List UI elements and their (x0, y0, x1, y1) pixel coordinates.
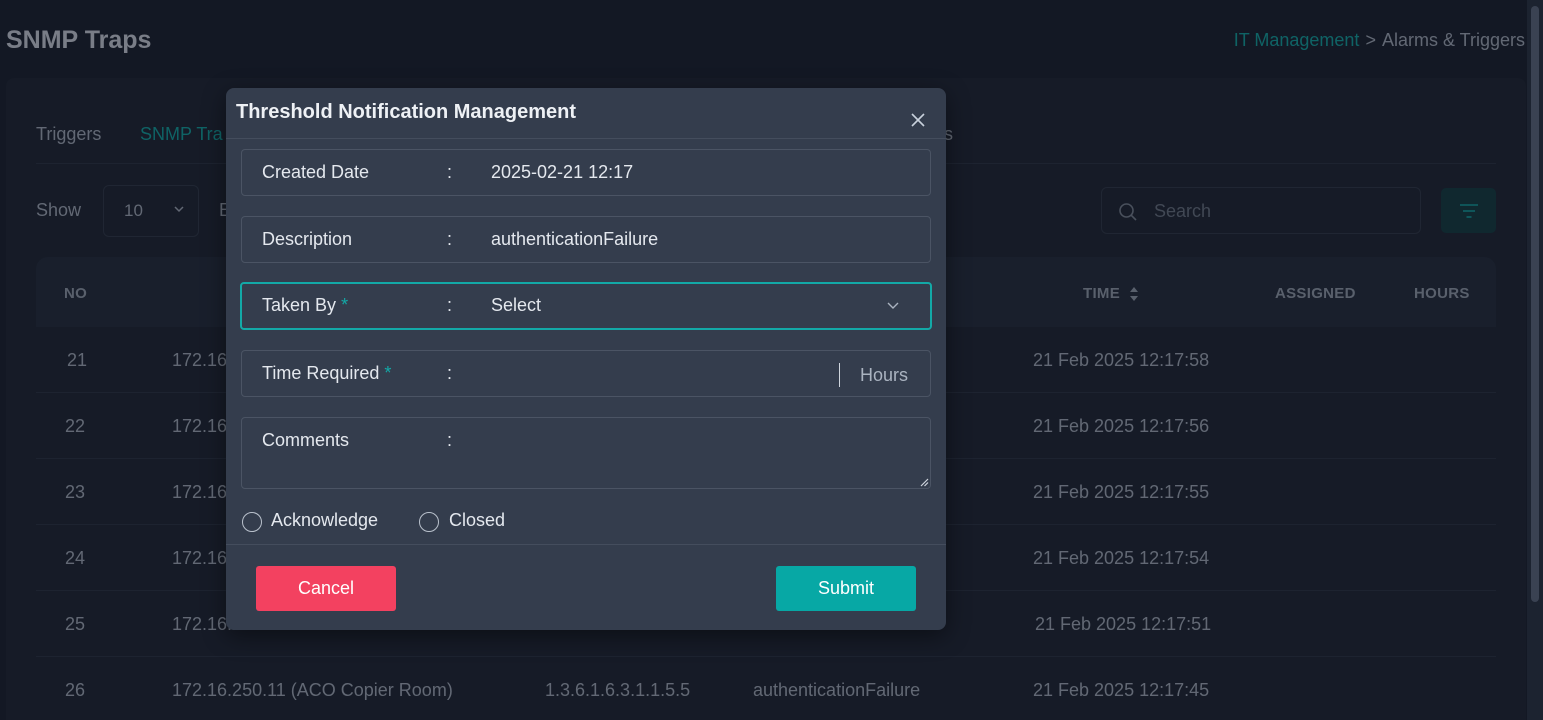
submit-button[interactable]: Submit (776, 566, 916, 611)
field-colon: : (447, 229, 453, 249)
acknowledge-radio[interactable] (242, 512, 262, 532)
scrollbar[interactable] (1527, 0, 1543, 720)
modal-footer: Cancel Submit (226, 544, 946, 630)
created-date-label: Created Date (262, 162, 370, 182)
description-label: Description (262, 229, 353, 249)
modal-title: Threshold Notification Management (236, 101, 577, 123)
taken-by-label: Taken By * (262, 295, 349, 315)
required-mark: * (341, 295, 349, 315)
field-colon: : (447, 162, 453, 182)
cancel-button[interactable]: Cancel (256, 566, 396, 611)
created-date-value: 2025-02-21 12:17 (491, 162, 634, 182)
description-value: authenticationFailure (491, 229, 659, 249)
scrollbar-thumb[interactable] (1531, 6, 1539, 602)
hours-unit: Hours (860, 365, 909, 385)
taken-by-value: Select (491, 295, 542, 315)
comments-field: Comments : (241, 417, 931, 489)
field-colon: : (447, 295, 453, 315)
resize-grip-icon[interactable] (919, 477, 929, 487)
modal-header: Threshold Notification Management (226, 88, 946, 139)
description-field: Description : authenticationFailure (241, 216, 931, 263)
time-required-label: Time Required * (262, 363, 392, 383)
closed-radio[interactable] (419, 512, 439, 532)
chevron-down-icon (887, 302, 899, 309)
required-mark: * (384, 363, 392, 383)
acknowledge-label[interactable]: Acknowledge (271, 510, 378, 531)
input-caret (839, 363, 840, 387)
field-colon: : (447, 430, 453, 450)
closed-label[interactable]: Closed (449, 510, 505, 531)
comments-label: Comments (262, 430, 350, 450)
time-required-field: Time Required * : Hours (241, 350, 931, 397)
threshold-notification-modal: Threshold Notification Management Create… (226, 88, 946, 630)
field-colon: : (447, 363, 453, 383)
taken-by-select[interactable]: Taken By * : Select (240, 282, 932, 330)
comments-textarea[interactable] (491, 430, 911, 478)
time-required-input[interactable] (491, 363, 821, 387)
created-date-field: Created Date : 2025-02-21 12:17 (241, 149, 931, 196)
close-icon[interactable] (908, 110, 928, 130)
